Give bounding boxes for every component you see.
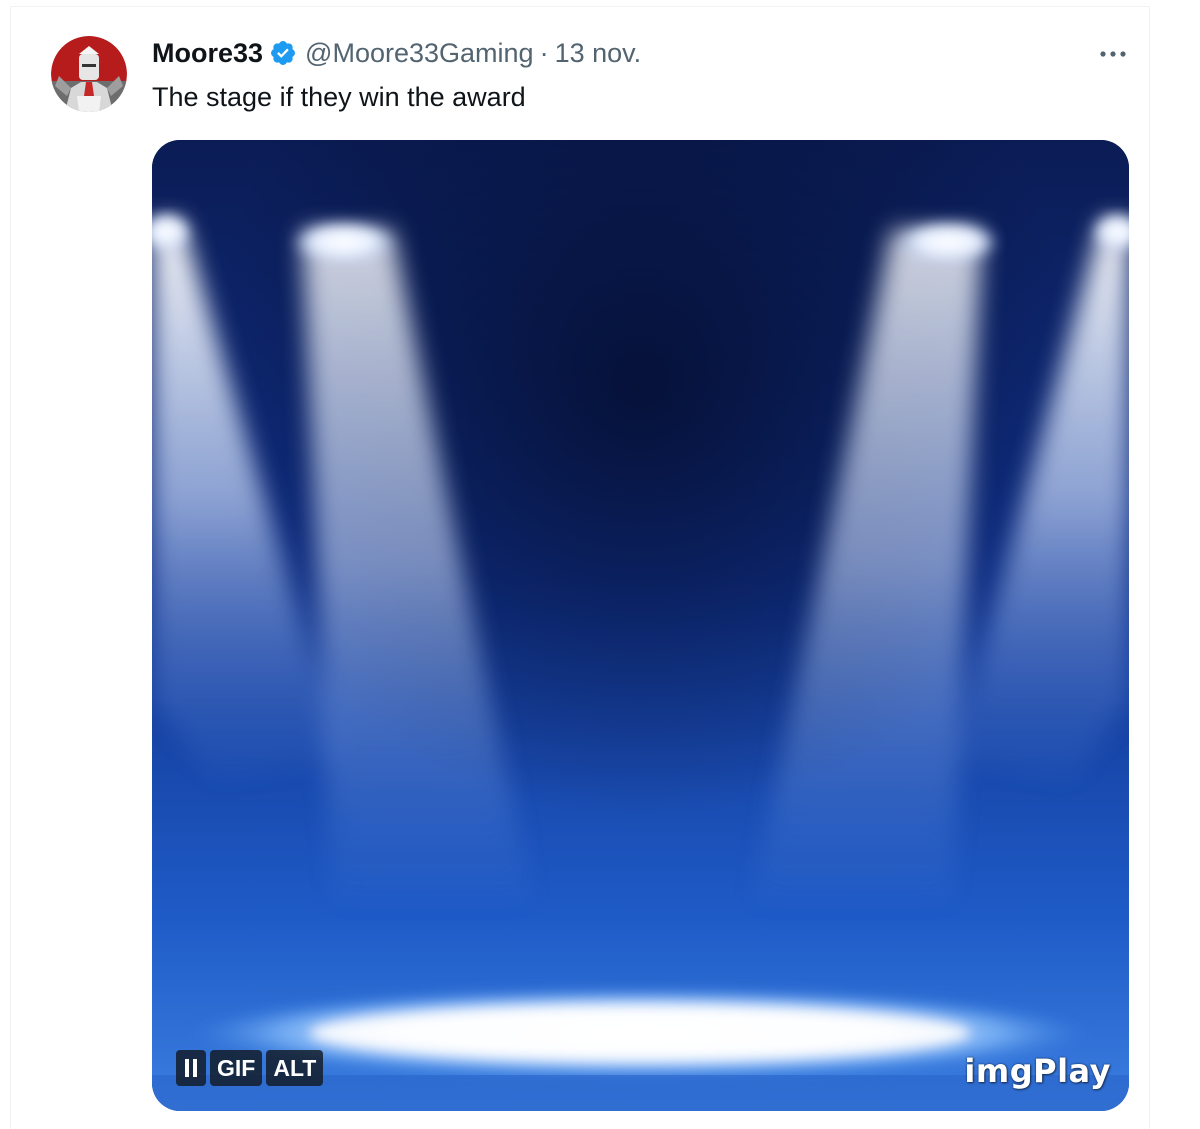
tweet-timestamp[interactable]: 13 nov. xyxy=(555,38,642,69)
tweet-header: Moore33 @Moore33Gaming · 13 nov. xyxy=(152,35,641,71)
author-handle[interactable]: @Moore33Gaming xyxy=(305,38,534,69)
gif-badge[interactable]: GIF xyxy=(210,1050,263,1086)
header-separator: · xyxy=(539,37,549,68)
author-avatar[interactable] xyxy=(51,36,127,112)
tweet-media-gif[interactable]: GIF ALT imgPlay xyxy=(152,140,1129,1111)
more-options-icon[interactable] xyxy=(1093,37,1133,71)
spotlight-stage-image xyxy=(152,140,1129,1111)
tweet-card[interactable]: Moore33 @Moore33Gaming · 13 nov. The sta… xyxy=(10,6,1150,1129)
author-display-name[interactable]: Moore33 xyxy=(152,38,263,69)
media-controls: GIF ALT xyxy=(176,1050,324,1086)
alt-text-button[interactable]: ALT xyxy=(266,1050,324,1086)
knight-avatar-icon xyxy=(51,36,127,112)
imgplay-watermark: imgPlay xyxy=(964,1052,1111,1090)
tweet-text: The stage if they win the award xyxy=(152,82,526,112)
pause-icon[interactable] xyxy=(176,1050,206,1086)
verified-badge-icon[interactable] xyxy=(269,39,297,67)
